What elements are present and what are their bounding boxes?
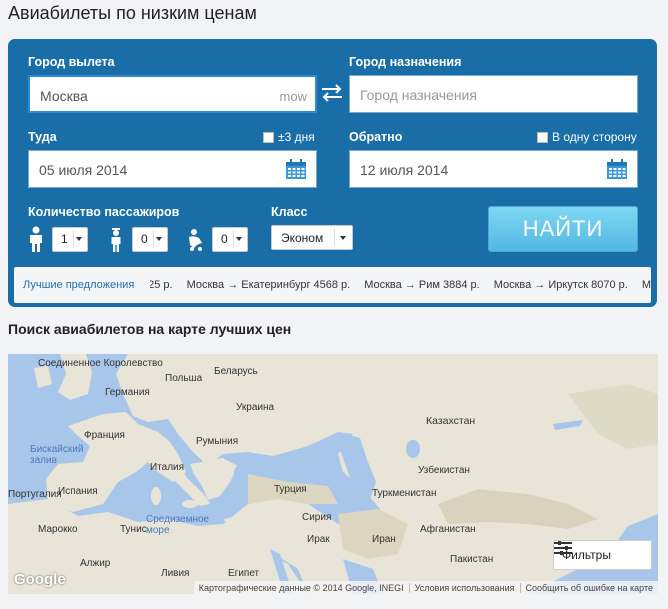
- map-label-pakistan: Пакистан: [450, 554, 494, 565]
- page-title: Авиабилеты по низким ценам: [8, 3, 257, 23]
- return-date-value: 12 июля 2014: [360, 162, 449, 178]
- oneway-box[interactable]: [537, 131, 548, 143]
- class-label: Класс: [271, 205, 308, 219]
- price-map[interactable]: Соединенное Королевство Польша Беларусь …: [8, 354, 658, 594]
- chevron-down-icon: [156, 237, 162, 241]
- calendar-icon[interactable]: [606, 159, 628, 180]
- flex-dates-label: ±3 дня: [278, 130, 315, 144]
- best-deals-link[interactable]: Лучшие предложения: [23, 279, 134, 291]
- depart-label: Туда: [28, 130, 57, 144]
- map-label-spain: Испания: [58, 486, 98, 497]
- map-terms-link[interactable]: Условия использования: [408, 582, 520, 593]
- flex-dates-box[interactable]: [263, 131, 274, 143]
- destination-input[interactable]: Город назначения: [349, 75, 638, 113]
- search-panel: Город вылета Москва mow Город назначения…: [8, 39, 657, 307]
- map-label-uzbekistan: Узбекистан: [418, 465, 470, 476]
- map-label-egypt: Египет: [228, 568, 260, 579]
- map-label-france: Франция: [84, 430, 125, 441]
- class-select[interactable]: Эконом: [271, 225, 353, 250]
- sliders-icon: [554, 541, 572, 555]
- adults-count: 1: [61, 232, 68, 246]
- infants-count: 0: [221, 232, 228, 246]
- find-button[interactable]: НАЙТИ: [488, 206, 638, 252]
- map-label-iran: Иран: [372, 534, 396, 545]
- return-label: Обратно: [349, 130, 403, 144]
- deal-item[interactable]: 525 р.: [150, 279, 173, 291]
- map-label-afghanistan: Афганистан: [420, 524, 476, 535]
- deal-item[interactable]: М: [642, 279, 651, 291]
- adults-stepper[interactable]: 1: [52, 226, 88, 252]
- depart-date-value: 05 июля 2014: [39, 162, 128, 178]
- origin-input[interactable]: Москва mow: [28, 75, 317, 113]
- infants-selector: 0: [186, 226, 248, 252]
- adult-icon: [30, 226, 42, 252]
- map-label-kazakhstan: Казахстан: [426, 415, 476, 427]
- google-logo[interactable]: Google: [14, 571, 66, 588]
- map-label-turkey: Турция: [274, 484, 307, 495]
- oneway-checkbox[interactable]: В одну сторону: [537, 130, 637, 144]
- children-selector: 0: [106, 226, 168, 252]
- deals-ticker: 525 р. Москва → Екатеринбург 4568 р. Москв…: [150, 279, 651, 291]
- depart-date-input[interactable]: 05 июля 2014: [28, 150, 317, 188]
- infants-stepper[interactable]: 0: [212, 226, 248, 252]
- map-label-syria: Сирия: [302, 512, 332, 523]
- adults-selector: 1: [26, 226, 88, 252]
- infant-icon: [189, 229, 202, 251]
- origin-label: Город вылета: [28, 55, 115, 69]
- origin-value: Москва: [40, 88, 88, 104]
- class-value: Эконом: [281, 230, 324, 245]
- map-label-italy: Италия: [150, 462, 185, 473]
- deal-item[interactable]: Москва → Рим 3884 р.: [364, 279, 479, 291]
- map-label-uk: Соединенное Королевство: [38, 358, 163, 369]
- oneway-label: В одну сторону: [552, 130, 637, 144]
- map-label-romania: Румыния: [196, 436, 239, 447]
- map-label-germany: Германия: [105, 387, 150, 398]
- calendar-icon[interactable]: [285, 159, 307, 180]
- map-label-morocco: Марокко: [38, 524, 78, 535]
- chevron-down-icon: [340, 235, 346, 240]
- origin-code: mow: [279, 89, 307, 104]
- children-stepper[interactable]: 0: [132, 226, 168, 252]
- filters-button[interactable]: Фильтры: [553, 540, 652, 570]
- passengers-label: Количество пассажиров: [28, 205, 180, 219]
- children-count: 0: [141, 232, 148, 246]
- return-date-input[interactable]: 12 июля 2014: [349, 150, 638, 188]
- flex-dates-checkbox[interactable]: ±3 дня: [263, 130, 315, 144]
- map-label-libya: Ливия: [161, 568, 190, 579]
- map-heading: Поиск авиабилетов на карте лучших цен: [8, 321, 292, 337]
- map-report-link[interactable]: Сообщить об ошибке на карте: [519, 582, 658, 593]
- deal-item[interactable]: Москва → Иркутск 8070 р.: [494, 279, 628, 291]
- chevron-down-icon: [236, 237, 242, 241]
- map-copyright: Картографические данные © 2014 Google, I…: [198, 582, 404, 593]
- destination-label: Город назначения: [349, 55, 462, 69]
- swap-icon[interactable]: [319, 82, 345, 104]
- map-footer: Картографические данные © 2014 Google, I…: [193, 581, 658, 594]
- child-icon: [111, 228, 121, 252]
- deals-strip: Лучшие предложения 525 р. Москва → Екатер…: [14, 267, 651, 303]
- map-label-algeria: Алжир: [80, 558, 111, 569]
- deal-item[interactable]: Москва → Екатеринбург 4568 р.: [187, 279, 351, 291]
- map-label-med: Средиземное море: [146, 514, 210, 536]
- map-label-ukraine: Украина: [236, 402, 275, 413]
- map-label-tunisia: Тунис: [120, 524, 147, 535]
- map-label-portugal: Португалия: [8, 489, 62, 500]
- map-label-belarus: Беларусь: [214, 366, 258, 377]
- destination-placeholder: Город назначения: [360, 87, 477, 103]
- map-label-iraq: Ирак: [307, 534, 330, 545]
- chevron-down-icon: [76, 237, 82, 241]
- map-label-turkmenistan: Туркменистан: [372, 488, 437, 499]
- map-label-biscay: Бискайский залив: [30, 444, 84, 466]
- map-label-poland: Польша: [165, 373, 203, 384]
